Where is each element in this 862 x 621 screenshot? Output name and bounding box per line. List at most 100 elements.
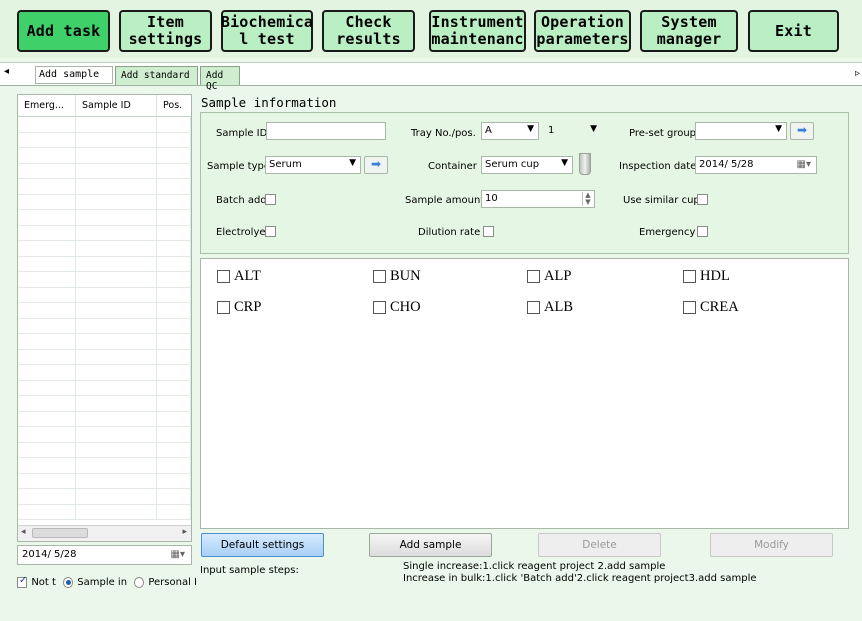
table-row[interactable] xyxy=(18,241,191,257)
item-crp[interactable]: CRP xyxy=(217,299,261,316)
item-bun-checkbox[interactable] xyxy=(373,270,386,283)
calendar-dropdown-icon[interactable]: ▦▾ xyxy=(171,549,185,560)
position-value: 1 xyxy=(548,125,555,136)
instrument-maintenance-button[interactable]: Instrument maintenanc xyxy=(429,10,526,52)
table-row[interactable] xyxy=(18,411,191,427)
item-hdl[interactable]: HDL xyxy=(683,268,730,285)
electrolyte-checkbox[interactable] xyxy=(265,226,276,237)
modify-button[interactable]: Modify xyxy=(710,533,833,557)
table-row[interactable] xyxy=(18,225,191,241)
table-row[interactable] xyxy=(18,442,191,458)
item-crea-checkbox[interactable] xyxy=(683,301,696,314)
item-alb[interactable]: ALB xyxy=(527,299,573,316)
tab-add-sample[interactable]: Add sample xyxy=(35,66,113,84)
table-cell xyxy=(157,287,191,302)
table-row[interactable] xyxy=(18,458,191,474)
dilution-rate-checkbox[interactable] xyxy=(483,226,494,237)
sample-list[interactable]: Emerg... Sample ID Pos. ◂ ▸ xyxy=(17,94,192,542)
spinner-arrows-icon[interactable]: ▲ ▼ xyxy=(582,192,593,206)
scroll-left-icon[interactable]: ◂ xyxy=(21,527,26,537)
preset-group-select[interactable]: ▼ xyxy=(695,122,787,140)
scroll-thumb[interactable] xyxy=(32,528,88,538)
tab-add-qc[interactable]: Add QC xyxy=(200,66,240,92)
table-row[interactable] xyxy=(18,489,191,505)
container-select[interactable]: Serum cup ▼ xyxy=(481,156,573,174)
table-row[interactable] xyxy=(18,396,191,412)
table-row[interactable] xyxy=(18,117,191,133)
biochemical-test-button[interactable]: Biochemica l test xyxy=(221,10,313,52)
default-settings-button[interactable]: Default settings xyxy=(201,533,324,557)
check-results-button[interactable]: Check results xyxy=(322,10,415,52)
not-checkbox[interactable] xyxy=(17,575,28,588)
tray-select[interactable]: A ▼ xyxy=(481,122,539,140)
table-row[interactable] xyxy=(18,163,191,179)
item-hdl-checkbox[interactable] xyxy=(683,270,696,283)
table-cell xyxy=(157,117,191,132)
table-row[interactable] xyxy=(18,318,191,334)
item-hdl-label: HDL xyxy=(700,268,730,284)
item-cho[interactable]: CHO xyxy=(373,299,421,316)
column-header-sample-id[interactable]: Sample ID xyxy=(76,95,157,117)
item-bun[interactable]: BUN xyxy=(373,268,421,285)
tab-add-standard[interactable]: Add standard xyxy=(115,66,198,85)
inspection-date-picker[interactable]: 2014/ 5/28 ▦▾ xyxy=(695,156,817,174)
table-row[interactable] xyxy=(18,179,191,195)
table-row[interactable] xyxy=(18,427,191,443)
table-row[interactable] xyxy=(18,210,191,226)
sample-radio[interactable] xyxy=(62,576,74,588)
table-row[interactable] xyxy=(18,272,191,288)
item-crp-checkbox[interactable] xyxy=(217,301,230,314)
item-alt[interactable]: ALT xyxy=(217,268,261,285)
horizontal-scrollbar[interactable]: ◂ ▸ xyxy=(18,525,191,541)
table-cell xyxy=(76,210,157,225)
tab-scroll-right-icon[interactable]: ▹ xyxy=(855,68,860,79)
calendar-dropdown-icon[interactable]: ▦▾ xyxy=(797,159,811,170)
item-alb-checkbox[interactable] xyxy=(527,301,540,314)
sample-amount-input[interactable]: 10 ▲ ▼ xyxy=(481,190,595,208)
tab-scroll-left-icon[interactable]: ◂ xyxy=(4,66,9,77)
table-cell xyxy=(76,148,157,163)
table-row[interactable] xyxy=(18,504,191,520)
table-row[interactable] xyxy=(18,256,191,272)
column-header-pos[interactable]: Pos. xyxy=(157,95,191,117)
add-sample-button[interactable]: Add sample xyxy=(369,533,492,557)
table-cell xyxy=(76,256,157,271)
scroll-right-icon[interactable]: ▸ xyxy=(182,527,187,537)
similar-cup-checkbox[interactable] xyxy=(697,194,708,205)
table-row[interactable] xyxy=(18,365,191,381)
delete-button[interactable]: Delete xyxy=(538,533,661,557)
table-row[interactable] xyxy=(18,287,191,303)
tray-value: A xyxy=(485,125,492,136)
preset-apply-arrow-icon[interactable]: ➡ xyxy=(790,122,814,140)
sample-type-apply-arrow-icon[interactable]: ➡ xyxy=(364,156,388,174)
column-header-emergency[interactable]: Emerg... xyxy=(18,95,76,117)
list-date-picker[interactable]: 2014/ 5/28 ▦▾ xyxy=(17,545,192,565)
personal-radio[interactable] xyxy=(134,576,145,588)
system-manager-button[interactable]: System manager xyxy=(640,10,738,52)
add-task-button[interactable]: Add task xyxy=(17,10,110,52)
table-row[interactable] xyxy=(18,148,191,164)
table-row[interactable] xyxy=(18,380,191,396)
table-row[interactable] xyxy=(18,473,191,489)
table-row[interactable] xyxy=(18,303,191,319)
table-cell xyxy=(157,318,191,333)
table-row[interactable] xyxy=(18,349,191,365)
exit-button[interactable]: Exit xyxy=(748,10,839,52)
sample-id-input[interactable] xyxy=(266,122,386,140)
emergency-checkbox[interactable] xyxy=(697,226,708,237)
position-select[interactable]: 1 ▼ xyxy=(544,122,602,140)
table-row[interactable] xyxy=(18,194,191,210)
table-row[interactable] xyxy=(18,334,191,350)
item-alp-checkbox[interactable] xyxy=(527,270,540,283)
item-alt-checkbox[interactable] xyxy=(217,270,230,283)
table-cell xyxy=(157,365,191,380)
item-alp[interactable]: ALP xyxy=(527,268,571,285)
item-crea[interactable]: CREA xyxy=(683,299,739,316)
item-crea-label: CREA xyxy=(700,299,739,315)
batch-add-checkbox[interactable] xyxy=(265,194,276,205)
sample-type-select[interactable]: Serum ▼ xyxy=(265,156,361,174)
table-row[interactable] xyxy=(18,132,191,148)
item-cho-checkbox[interactable] xyxy=(373,301,386,314)
item-settings-button[interactable]: Item settings xyxy=(119,10,212,52)
operation-parameters-button[interactable]: Operation parameters xyxy=(534,10,631,52)
